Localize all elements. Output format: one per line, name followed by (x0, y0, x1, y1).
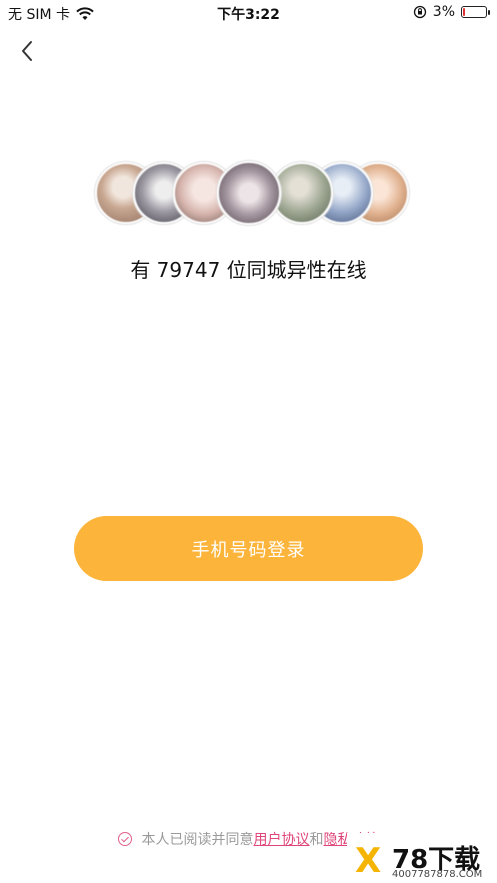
status-right: 3% (413, 4, 490, 20)
user-agreement-link[interactable]: 用户协议 (254, 829, 310, 849)
watermark-x-icon: X (355, 841, 382, 881)
avatar-group (95, 161, 409, 225)
agree-check-icon[interactable] (117, 832, 132, 846)
agreement-prefix: 本人已阅读并同意 (141, 832, 254, 848)
avatar (217, 161, 281, 225)
battery-percent: 3% (432, 4, 455, 20)
phone-login-button[interactable]: 手机号码登录 (74, 516, 423, 581)
status-bar: 无 SIM 卡 下午3:22 3% (0, 0, 497, 26)
battery-fill (463, 8, 465, 16)
agreement-connector: 和 (309, 832, 324, 848)
watermark-domain: 4007787878.COM (392, 869, 483, 880)
watermark-logo: X 78下载 4007787878.COM (347, 833, 497, 883)
back-button[interactable] (12, 36, 42, 66)
orientation-lock-icon (413, 5, 426, 19)
online-count-text: 有 79747 位同城异性在线 (130, 258, 367, 282)
battery-icon (461, 6, 490, 18)
chevron-left-icon (22, 41, 32, 61)
